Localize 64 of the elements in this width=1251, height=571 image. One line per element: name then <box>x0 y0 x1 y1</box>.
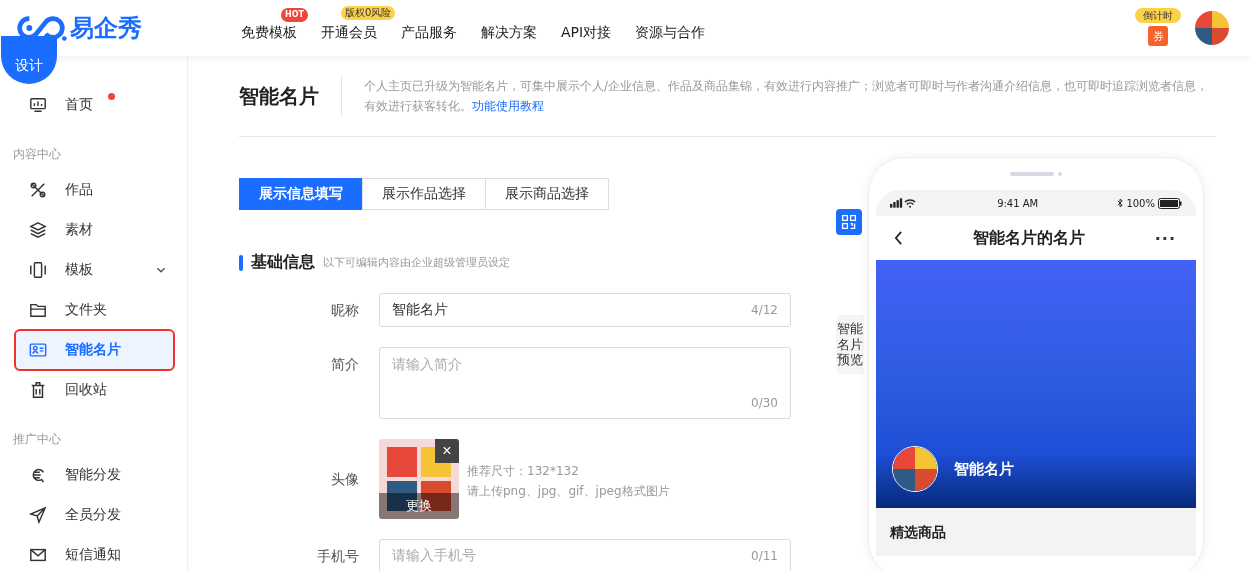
logo-icon[interactable] <box>14 14 68 42</box>
card-name: 智能名片 <box>954 459 1014 479</box>
tutorial-link[interactable]: 功能使用教程 <box>472 99 544 113</box>
mail-icon <box>29 546 47 564</box>
upload-hint: 推荐尺寸：132*132 <box>467 463 580 480</box>
avatar-image <box>1195 11 1229 45</box>
sidebar-item[interactable]: 智能名片 <box>16 331 173 369</box>
hot-badge: HOT <box>281 8 308 22</box>
battery-percent: 100% <box>1126 197 1155 209</box>
avatar-image <box>892 446 938 492</box>
remove-button[interactable]: × <box>435 439 459 463</box>
brand-name[interactable]: 易企秀 <box>70 12 142 44</box>
nav-link[interactable]: 资源与合作 <box>635 24 706 40</box>
field-label: 昵称 <box>330 301 360 320</box>
sidebar-section-title: 内容中心 <box>12 146 62 163</box>
design-button[interactable]: 设计 <box>1 36 57 84</box>
field-label: 头像 <box>330 470 360 489</box>
nav-link[interactable]: 产品服务 <box>401 24 457 40</box>
sidebar-item[interactable]: 首页 <box>16 86 173 124</box>
sidebar-item[interactable]: 模板 <box>16 251 173 289</box>
bluetooth-icon <box>1117 198 1124 208</box>
nav-link[interactable]: 解决方案 <box>481 24 537 40</box>
text-field[interactable]: 智能名片 4/12 <box>379 293 791 327</box>
field-label: 手机号 <box>316 547 360 566</box>
upload-hint: 请上传png、jpg、gif、jpeg格式图片 <box>467 483 670 500</box>
status-time: 9:41 AM <box>997 197 1039 209</box>
tab[interactable]: 展示作品选择 <box>362 178 486 210</box>
nav-link[interactable]: API对接 <box>561 24 612 40</box>
tab[interactable]: 展示商品选择 <box>485 178 609 210</box>
sidebar-item[interactable]: 作品 <box>16 171 173 209</box>
sidebar-item[interactable]: 智能分发 <box>16 456 173 494</box>
section-note: 以下可编辑内容由企业超级管理员设定 <box>323 255 510 270</box>
sidebar-section-title: 推广中心 <box>12 431 62 448</box>
promo-badge: 版权0风险 <box>341 6 396 20</box>
folder-icon <box>29 301 47 319</box>
countdown-badge: 倒计时 <box>1135 8 1181 23</box>
sidebar-item[interactable]: 文件夹 <box>16 291 173 329</box>
battery-icon <box>1158 197 1182 209</box>
back-icon[interactable] <box>894 231 903 245</box>
qr-code-button[interactable] <box>836 209 862 235</box>
phone-title: 智能名片的名片 <box>972 227 1085 249</box>
preview-tab[interactable]: 智能名片预览 <box>836 315 864 374</box>
page-title: 智能名片 <box>239 76 342 116</box>
sidebar-item[interactable]: 短信通知 <box>16 536 173 571</box>
section-title: 基础信息 <box>251 252 315 273</box>
tools-icon <box>29 181 47 199</box>
sidebar-item[interactable]: 回收站 <box>16 371 173 409</box>
tab[interactable]: 展示信息填写 <box>239 178 363 210</box>
carousel-icon <box>29 261 47 279</box>
more-button[interactable]: ··· <box>1154 228 1176 248</box>
phone-section-title: 精选商品 <box>890 524 946 540</box>
nav-link[interactable]: 开通会员 <box>321 24 377 40</box>
page-description: 个人主页已升级为智能名片，可集中展示个人/企业信息、作品及商品集锦，有效进行内容推广；浏览者可即时与作者沟通介绍信息，也可即时追踪浏览者信息，有效进行获客转化。功能使用教程 <box>364 78 1210 115</box>
layers-icon <box>29 221 47 239</box>
field-label: 简介 <box>330 355 360 374</box>
id-card-icon <box>29 341 47 359</box>
sidebar-item[interactable]: 全员分发 <box>16 496 173 534</box>
paper-plane-icon <box>29 506 47 524</box>
signal-wifi-icon <box>890 198 918 208</box>
monitor-icon <box>29 96 47 114</box>
trash-icon <box>29 381 47 399</box>
sidebar-item[interactable]: 素材 <box>16 211 173 249</box>
replace-button[interactable]: 更换 <box>379 493 459 519</box>
nav-link[interactable]: 免费模板 <box>241 24 297 40</box>
